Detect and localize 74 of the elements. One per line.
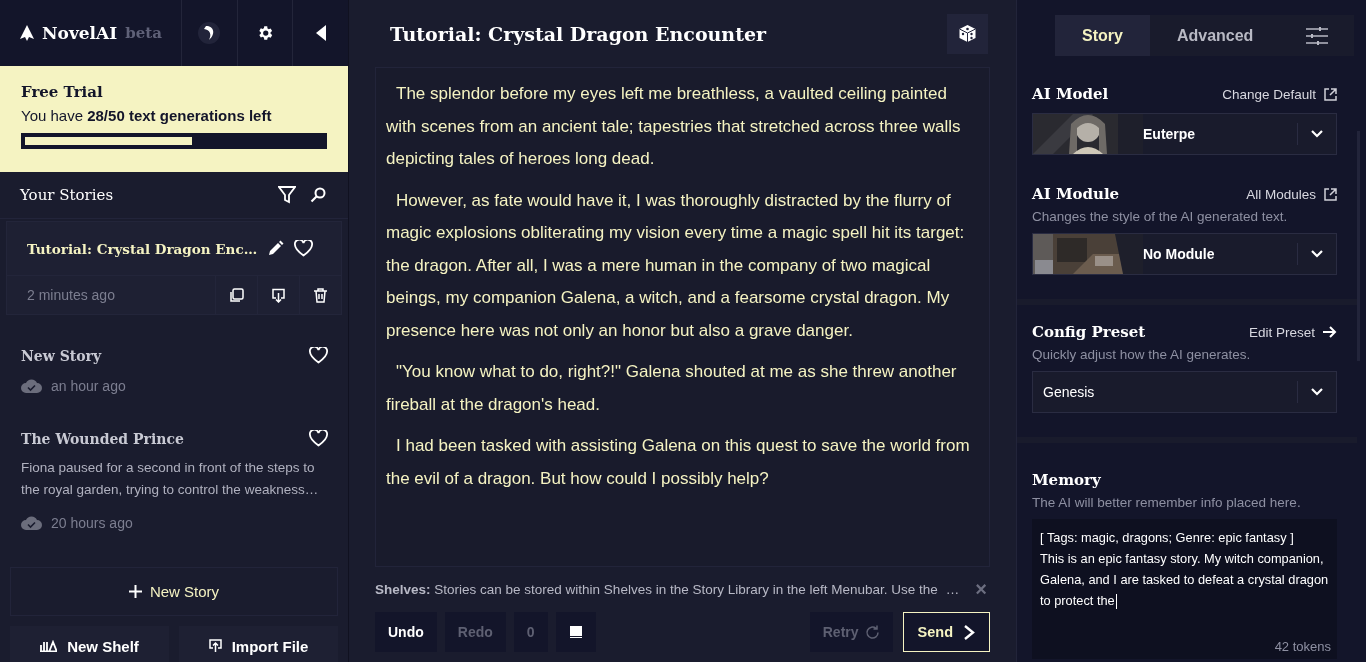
preset-select[interactable]: Genesis (1032, 371, 1337, 413)
story-paragraph: I had been tasked with assisting Galena on this quest to save the world from the evil of a dragon. But how could I possibly help? (386, 435, 971, 490)
caret-left-icon (315, 25, 326, 41)
select-value: No Module (1143, 246, 1216, 262)
retry-icon (864, 624, 880, 640)
import-file-button[interactable]: Import File (179, 626, 338, 662)
all-modules-link[interactable]: All Modules (1246, 186, 1316, 202)
story-paragraph: The splendor before my eyes left me breathless, a vaulted ceiling painted with scenes from an ancient tale; tapestries that stretched across three walls depicting tales of heroes long dead. (386, 83, 962, 170)
shelf-icon (40, 640, 58, 652)
download-icon (271, 287, 287, 303)
book-button[interactable] (555, 612, 596, 652)
external-link-icon[interactable] (1324, 187, 1337, 201)
history-button[interactable]: Undo (375, 612, 437, 652)
new-story-button[interactable]: New Story (10, 567, 338, 616)
heart-icon[interactable] (309, 347, 329, 364)
token-count: 42 tokens (1274, 638, 1331, 656)
cloud-check-icon (21, 379, 42, 393)
trash-icon (313, 287, 329, 303)
section-description: The AI will better remember info placed here. (1032, 495, 1302, 510)
chevron-right-icon (963, 624, 975, 640)
story-title: New Story (21, 347, 103, 364)
plus-icon (128, 585, 142, 598)
trial-text: You have 28/50 text generations left (21, 107, 273, 124)
story-title: The Wounded Prince (21, 430, 185, 447)
story-item[interactable]: The Wounded Prince Fiona paused for a second in front of the steps to the royal garden, trying to control the weakness… 20 hours ago (6, 412, 348, 549)
tip-ellipsis: … (945, 581, 960, 597)
panel-tab[interactable]: Story (1055, 15, 1150, 56)
model-select[interactable]: Euterpe (1032, 113, 1337, 155)
search-icon[interactable] (310, 187, 326, 203)
section-title: Config Preset (1032, 323, 1147, 341)
app-name: NovelAI (42, 23, 118, 43)
moon-icon (198, 22, 221, 44)
sliders-icon (1306, 26, 1329, 45)
trial-title: Free Trial (21, 83, 104, 101)
external-link-icon[interactable] (1324, 87, 1337, 101)
module-select[interactable]: No Module (1032, 233, 1337, 275)
story-item[interactable]: Tutorial: Crystal Dragon Enc… 2 minutes ago (6, 221, 343, 315)
story-time: an hour ago (51, 378, 126, 394)
section-title: AI Module (1032, 185, 1121, 203)
story-paragraph: "You know what to do, right?!" Galena shouted at me as she threw another fireball at the dragon's head. (386, 361, 958, 416)
select-value: Genesis (1042, 384, 1096, 400)
filter-icon[interactable] (278, 186, 296, 204)
upload-icon (208, 639, 222, 653)
memory-field[interactable]: [ Tags: magic, dragons; Genre: epic fantasy ] This is an epic fantasy story. My witch companion, Galena, and I are tasked to defeat a crystal dragon to protect the 42 tokens (1032, 519, 1337, 659)
tip-text: Shelves: Stories can be stored within Shelves in the Story Library in the left Menubar. Use the (375, 581, 938, 597)
cloud-check-icon (21, 516, 42, 530)
dice-button[interactable] (947, 13, 988, 54)
send-button[interactable]: Send (902, 612, 990, 652)
section-title: AI Model (1032, 85, 1110, 103)
select-value: Euterpe (1143, 126, 1197, 142)
story-snippet: Fiona paused for a second in front of the steps to the royal garden, trying to control the weakness… (21, 459, 320, 499)
story-time: 20 hours ago (51, 515, 133, 531)
story-time: 2 minutes ago (26, 287, 116, 303)
logo-icon (20, 25, 34, 41)
arrow-right-icon[interactable] (1323, 326, 1337, 338)
beta-label: beta (125, 24, 162, 42)
section-title: Your Stories (20, 186, 114, 204)
heart-icon[interactable] (294, 240, 314, 257)
pencil-icon[interactable] (267, 240, 285, 257)
section-description: Quickly adjust how the AI generates. (1032, 347, 1252, 362)
story-item[interactable]: New Story an hour ago (6, 329, 348, 412)
edit-preset-link[interactable]: Edit Preset (1248, 324, 1315, 340)
section-title: Memory (1032, 471, 1102, 489)
copy-icon (229, 287, 245, 303)
new-shelf-button[interactable]: New Shelf (10, 626, 169, 662)
panel-tab[interactable]: Advanced (1149, 15, 1281, 56)
section-description: Changes the style of the AI generated text. (1032, 209, 1289, 224)
story-title: Tutorial: Crystal Dragon Encounter (390, 22, 767, 45)
heart-icon[interactable] (309, 430, 329, 447)
change-default-link[interactable]: Change Default (1222, 86, 1316, 102)
book-icon (568, 625, 583, 639)
story-paragraph: However, as fate would have it, I was thoroughly distracted by the flurry of magic explosions obliterating my vision every time a magic spell hit its target: the dragon. After all, I was a mere human in the company of two magical beings, my companion Galena, a witch, and a fearsome crystal dragon. My presence here was not only an honor but also a grave danger. (386, 189, 966, 342)
dice-icon (958, 24, 977, 43)
story-title: Tutorial: Crystal Dragon Enc… (27, 240, 258, 257)
